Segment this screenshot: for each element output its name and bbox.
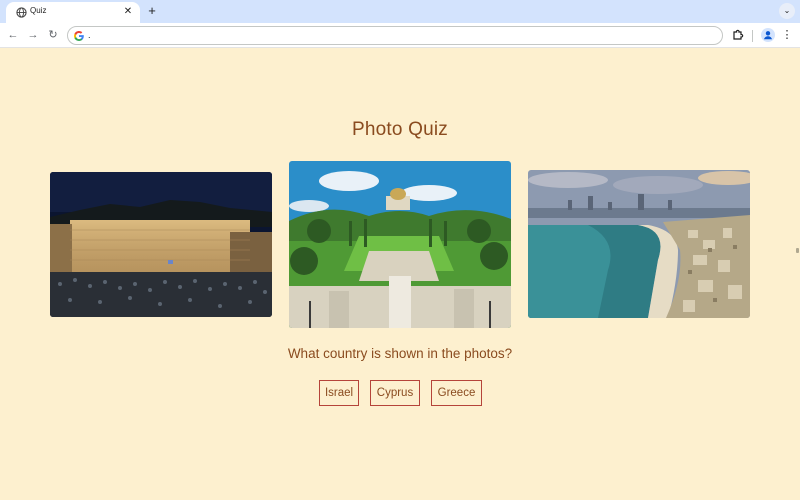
google-icon xyxy=(74,31,84,41)
answer-options: Israel Cyprus Greece xyxy=(0,380,800,406)
back-arrow-icon[interactable]: ← xyxy=(5,27,21,43)
page-title: Photo Quiz xyxy=(352,119,448,140)
quiz-question: What country is shown in the photos? xyxy=(287,346,513,361)
reload-icon[interactable]: ↻ xyxy=(45,27,61,43)
tab-title: Quiz xyxy=(30,6,47,15)
page-content: Photo Quiz What country is shown in the … xyxy=(0,48,800,500)
answer-button-israel[interactable]: Israel xyxy=(319,380,359,406)
extensions-puzzle-icon[interactable] xyxy=(731,28,745,42)
quiz-photo-tel-aviv-coast xyxy=(528,170,750,318)
profile-avatar-icon[interactable] xyxy=(761,28,775,42)
more-menu-icon[interactable]: ⋮ xyxy=(781,28,793,42)
toolbar-divider xyxy=(752,30,753,42)
quiz-photo-western-wall xyxy=(50,172,272,317)
forward-arrow-icon[interactable]: → xyxy=(25,27,41,43)
scrollbar-thumb[interactable] xyxy=(796,248,799,253)
new-tab-icon[interactable]: + xyxy=(144,3,160,19)
tab-search-chevron-icon[interactable]: ⌄ xyxy=(779,3,795,19)
answer-button-greece[interactable]: Greece xyxy=(431,380,482,406)
quiz-photo-bahai-gardens xyxy=(289,161,511,328)
url-text: . xyxy=(88,30,91,40)
answer-button-cyprus[interactable]: Cyprus xyxy=(370,380,420,406)
tab-bar: Quiz ✕ + ⌄ xyxy=(0,0,800,23)
close-tab-icon[interactable]: ✕ xyxy=(121,5,135,19)
address-bar[interactable]: . xyxy=(67,26,723,45)
browser-toolbar: ← → ↻ . ⋮ xyxy=(0,23,800,48)
browser-tab[interactable]: Quiz ✕ xyxy=(6,2,140,23)
globe-icon xyxy=(16,7,27,18)
